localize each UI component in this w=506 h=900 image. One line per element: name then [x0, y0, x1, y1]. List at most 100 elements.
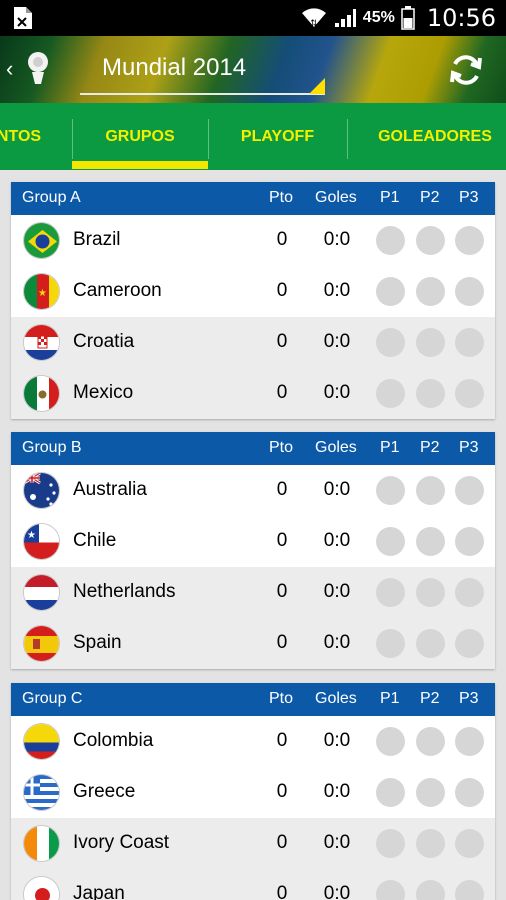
team-row[interactable]: Australia 0 0:0	[11, 465, 495, 516]
column-p2: P2	[420, 439, 440, 456]
chile-flag-icon: ★	[23, 523, 60, 560]
team-name: Croatia	[73, 331, 135, 352]
match-2-indicator	[416, 578, 445, 607]
team-row[interactable]: Spain 0 0:0	[11, 618, 495, 669]
team-name: Brazil	[73, 229, 121, 250]
match-2-indicator	[416, 727, 445, 756]
team-points: 0	[276, 331, 288, 352]
wifi-icon: ⇅	[301, 8, 326, 29]
team-goals: 0:0	[323, 382, 351, 403]
team-name: Greece	[73, 781, 136, 802]
team-goals: 0:0	[323, 479, 351, 500]
team-name: Ivory Coast	[73, 832, 170, 853]
app-title[interactable]: Mundial 2014	[102, 54, 246, 82]
match-2-indicator	[416, 778, 445, 807]
tab-divider	[347, 119, 348, 159]
team-name: Cameroon	[73, 280, 162, 301]
japan-flag-icon	[23, 876, 60, 900]
tab-label: PLAYOFF	[240, 127, 315, 145]
spain-flag-icon	[23, 625, 60, 662]
netherlands-flag-icon	[23, 574, 60, 611]
cameroon-flag-icon: ★	[23, 273, 60, 310]
team-row[interactable]: ★ Chile 0 0:0	[11, 516, 495, 567]
tab-goleadores[interactable]: GOLEADORES	[360, 103, 506, 170]
title-underline	[80, 93, 325, 95]
team-goals: 0:0	[323, 730, 351, 751]
team-row[interactable]: Mexico 0 0:0	[11, 368, 495, 419]
trophy-logo-icon[interactable]	[24, 50, 52, 88]
action-bar: ‹ Mundial 2014	[0, 36, 506, 103]
team-goals: 0:0	[323, 530, 351, 551]
match-2-indicator	[416, 379, 445, 408]
team-points: 0	[276, 280, 288, 301]
team-goals: 0:0	[323, 632, 351, 653]
svg-text:★: ★	[38, 288, 47, 299]
team-row[interactable]: Ivory Coast 0 0:0	[11, 818, 495, 869]
spinner-indicator	[309, 78, 325, 94]
team-row[interactable]: Croatia 0 0:0	[11, 317, 495, 368]
team-name: Chile	[73, 530, 117, 551]
team-row[interactable]: Brazil 0 0:0	[11, 215, 495, 266]
team-name: Japan	[73, 883, 125, 900]
team-name: Netherlands	[73, 581, 176, 602]
team-row[interactable]: Colombia 0 0:0	[11, 716, 495, 767]
team-points: 0	[276, 581, 288, 602]
croatia-flag-icon	[23, 324, 60, 361]
match-1-indicator	[376, 476, 405, 505]
team-points: 0	[276, 479, 288, 500]
svg-text:★: ★	[27, 530, 36, 541]
back-chevron-icon[interactable]: ‹	[6, 56, 13, 82]
column-p2: P2	[420, 690, 440, 707]
group-card: Group A Pto Goles P1 P2 P3 Brazil 0 0:0 …	[11, 182, 495, 419]
column-goles: Goles	[315, 690, 357, 707]
match-1-indicator	[376, 226, 405, 255]
column-p2: P2	[420, 189, 440, 206]
team-goals: 0:0	[323, 781, 351, 802]
team-points: 0	[276, 632, 288, 653]
group-header: Group A Pto Goles P1 P2 P3	[11, 182, 495, 215]
match-2-indicator	[416, 880, 445, 900]
tab-label: GOLEADORES	[378, 127, 492, 145]
group-name: Group C	[22, 690, 83, 707]
team-points: 0	[276, 229, 288, 250]
team-row[interactable]: Netherlands 0 0:0	[11, 567, 495, 618]
team-goals: 0:0	[323, 883, 351, 900]
greece-flag-icon	[23, 774, 60, 811]
match-1-indicator	[376, 829, 405, 858]
tab-playoff[interactable]: PLAYOFF	[208, 103, 347, 170]
clock: 10:56	[426, 4, 496, 32]
battery-percentage: 45%	[362, 9, 395, 26]
match-2-indicator	[416, 328, 445, 357]
group-name: Group B	[22, 439, 82, 456]
ivory-coast-flag-icon	[23, 825, 60, 862]
match-3-indicator	[455, 880, 484, 900]
match-1-indicator	[376, 727, 405, 756]
group-header: Group C Pto Goles P1 P2 P3	[11, 683, 495, 716]
match-3-indicator	[455, 727, 484, 756]
australia-flag-icon	[23, 472, 60, 509]
tab-partidos[interactable]: NTOS	[0, 103, 58, 170]
column-p3: P3	[459, 189, 479, 206]
team-row[interactable]: Greece 0 0:0	[11, 767, 495, 818]
column-p3: P3	[459, 439, 479, 456]
colombia-flag-icon	[23, 723, 60, 760]
tab-grupos[interactable]: GRUPOS	[72, 103, 208, 170]
match-3-indicator	[455, 829, 484, 858]
team-name: Spain	[73, 632, 122, 653]
match-3-indicator	[455, 476, 484, 505]
team-points: 0	[276, 730, 288, 751]
match-1-indicator	[376, 629, 405, 658]
team-goals: 0:0	[323, 832, 351, 853]
brazil-flag-icon	[23, 222, 60, 259]
team-row[interactable]: Japan 0 0:0	[11, 869, 495, 900]
refresh-icon[interactable]	[448, 52, 484, 88]
match-3-indicator	[455, 379, 484, 408]
match-2-indicator	[416, 226, 445, 255]
tab-label: GRUPOS	[105, 127, 175, 145]
team-row[interactable]: ★ Cameroon 0 0:0	[11, 266, 495, 317]
team-name: Mexico	[73, 382, 134, 403]
match-3-indicator	[455, 578, 484, 607]
match-3-indicator	[455, 527, 484, 556]
column-p1: P1	[380, 439, 400, 456]
active-tab-indicator	[72, 161, 208, 169]
